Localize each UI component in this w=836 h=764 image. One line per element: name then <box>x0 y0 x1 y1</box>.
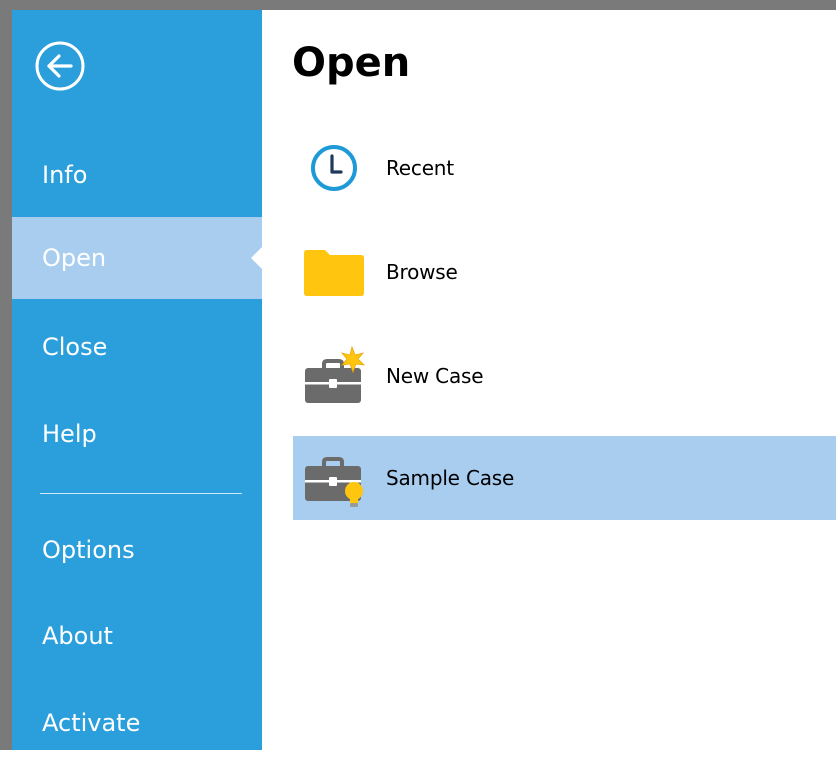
sidebar-item-about[interactable]: About <box>12 595 262 677</box>
sidebar-divider <box>40 493 242 494</box>
sidebar-item-label: Options <box>42 536 135 564</box>
back-button[interactable] <box>34 40 86 92</box>
window-frame-left <box>0 0 12 750</box>
open-option-label: Browse <box>386 260 458 284</box>
sidebar-item-help[interactable]: Help <box>12 393 262 475</box>
folder-icon <box>303 241 365 303</box>
sidebar-item-options[interactable]: Options <box>12 509 262 591</box>
open-option-label: Recent <box>386 156 454 180</box>
backstage-sidebar: Info Open Close Help Options About Activ… <box>12 10 262 750</box>
open-option-label: Sample Case <box>386 466 515 490</box>
open-option-new-case[interactable]: New Case <box>293 334 836 418</box>
sidebar-item-activate[interactable]: Activate <box>12 682 262 764</box>
open-option-browse[interactable]: Browse <box>293 230 836 314</box>
sidebar-item-label: Close <box>42 333 108 361</box>
page-title: Open <box>292 40 411 86</box>
sidebar-item-info[interactable]: Info <box>12 134 262 216</box>
selected-caret-indicator <box>251 247 262 269</box>
sidebar-item-label: Info <box>42 161 88 189</box>
sidebar-item-label: Open <box>42 244 107 272</box>
briefcase-lightbulb-icon <box>303 447 365 509</box>
window-frame-top <box>0 0 836 10</box>
sidebar-item-close[interactable]: Close <box>12 306 262 388</box>
open-option-recent[interactable]: Recent <box>293 126 836 210</box>
back-arrow-circle-icon <box>35 41 85 91</box>
briefcase-new-icon <box>303 345 365 407</box>
sidebar-item-label: Activate <box>42 709 141 737</box>
open-panel: Open Recent Browse New Case Sample Case <box>262 10 836 750</box>
open-option-sample-case[interactable]: Sample Case <box>293 436 836 520</box>
sidebar-item-open[interactable]: Open <box>12 217 262 299</box>
clock-icon <box>303 137 365 199</box>
open-option-label: New Case <box>386 364 484 388</box>
sidebar-item-label: About <box>42 622 113 650</box>
sidebar-item-label: Help <box>42 420 97 448</box>
